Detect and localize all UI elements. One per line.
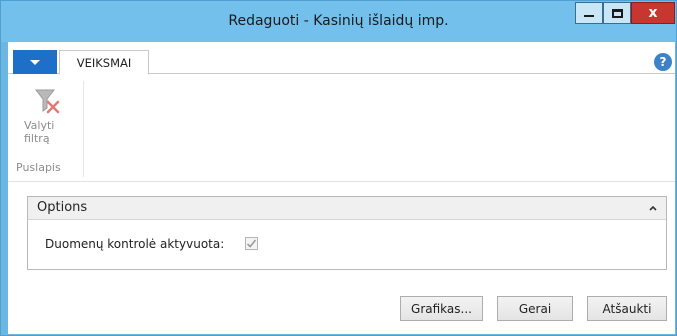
ribbon-tab-row: VEIKSMAI ?: [8, 50, 675, 75]
options-title: Options: [37, 200, 88, 215]
data-control-checkbox[interactable]: [245, 237, 258, 250]
help-icon[interactable]: ?: [654, 53, 672, 71]
chevron-down-icon: [30, 59, 40, 65]
close-icon: x: [648, 5, 658, 21]
maximize-button[interactable]: [603, 2, 631, 24]
dialog-client-area: VEIKSMAI ? Valyti filtrą Puslapis Option…: [8, 42, 675, 334]
graph-button[interactable]: Grafikas...: [400, 296, 483, 321]
ribbon-body: Valyti filtrą Puslapis: [8, 75, 675, 182]
ok-button[interactable]: Gerai: [497, 296, 573, 321]
minimize-button[interactable]: [575, 2, 603, 24]
dialog-window: Redaguoti - Kasinių išlaidų imp. x VEIKS…: [0, 0, 677, 336]
options-header[interactable]: Options: [28, 197, 666, 220]
ribbon-group-puslapis: Valyti filtrą Puslapis: [16, 81, 84, 177]
maximize-icon: [611, 8, 623, 18]
data-control-label: Duomenų kontrolė aktyvuota:: [45, 237, 225, 251]
app-menu-button[interactable]: [13, 50, 57, 74]
clear-filter-button[interactable]: Valyti filtrą: [16, 81, 84, 156]
minimize-icon: [584, 15, 594, 17]
tab-veiksmai[interactable]: VEIKSMAI: [59, 50, 149, 75]
close-button[interactable]: x: [631, 2, 675, 24]
chevron-up-icon[interactable]: [648, 203, 658, 213]
checkmark-icon: [246, 239, 257, 248]
ribbon-group-label: Puslapis: [16, 161, 61, 174]
options-fasttab: Options Duomenų kontrolė aktyvuota:: [27, 196, 667, 270]
cancel-button[interactable]: Atšaukti: [587, 296, 667, 321]
title-bar[interactable]: Redaguoti - Kasinių išlaidų imp. x: [1, 1, 676, 42]
clear-filter-label: Valyti filtrą: [24, 119, 55, 145]
clear-filter-icon: [34, 89, 60, 114]
